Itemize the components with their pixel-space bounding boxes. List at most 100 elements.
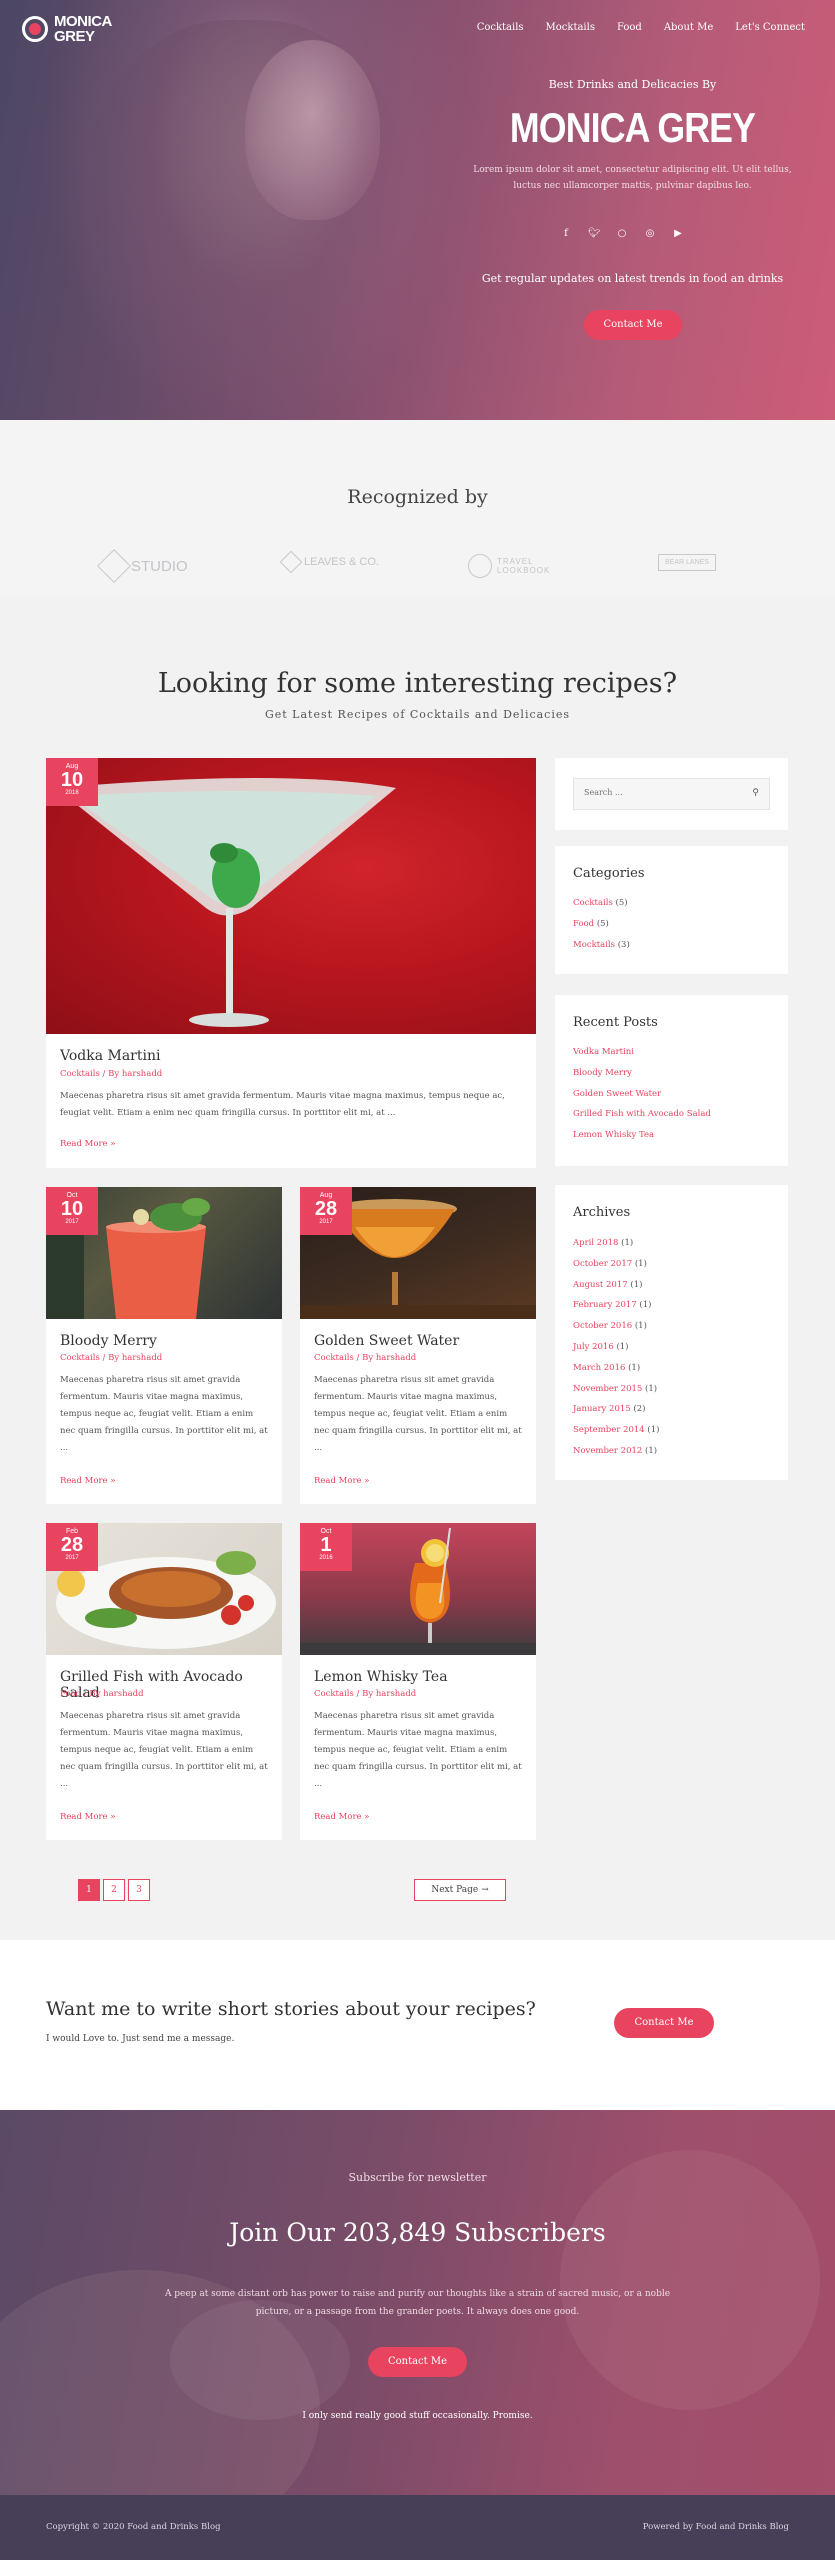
- nav-food[interactable]: Food: [617, 22, 642, 33]
- recent-post-link[interactable]: Lemon Whisky Tea: [573, 1130, 654, 1140]
- post-date-badge: Aug 28 2017: [300, 1187, 352, 1235]
- archives-list: April 2018 (1) October 2017 (1) August 2…: [573, 1238, 659, 1467]
- archive-link[interactable]: August 2017: [573, 1280, 628, 1290]
- hero-title: MONICA GREY: [509, 104, 756, 151]
- archive-link[interactable]: September 2014: [573, 1425, 645, 1435]
- nav-cocktails[interactable]: Cocktails: [477, 22, 524, 33]
- recent-posts-list: Vodka Martini Bloody Merry Golden Sweet …: [573, 1047, 711, 1151]
- page-2-button[interactable]: 2: [103, 1879, 125, 1901]
- recent-post-item: Vodka Martini: [573, 1047, 711, 1068]
- post-image[interactable]: Aug 28 2017: [300, 1187, 536, 1319]
- post-date-badge: Feb 28 2017: [46, 1523, 98, 1571]
- archive-link[interactable]: February 2017: [573, 1300, 637, 1310]
- archive-link[interactable]: April 2018: [573, 1238, 618, 1248]
- recent-post-item: Grilled Fish with Avocado Salad: [573, 1109, 711, 1130]
- newsletter-background-image: [560, 2150, 820, 2410]
- nav-about-me[interactable]: About Me: [664, 22, 713, 33]
- read-more-link[interactable]: Read More »: [60, 1812, 115, 1822]
- post-date-badge: Oct 1 2016: [300, 1523, 352, 1571]
- logo-text: MONICA GREY: [54, 14, 112, 44]
- post-card: Aug 28 2017 Golden Sweet Water Cocktails…: [300, 1187, 536, 1504]
- newsletter-title: Join Our 203,849 Subscribers: [229, 2218, 606, 2247]
- post-excerpt: Maecenas pharetra risus sit amet gravida…: [60, 1375, 268, 1453]
- logo-travel-lookbook: TRAVEL LOOKBOOK: [468, 554, 557, 578]
- category-link[interactable]: Food: [573, 919, 594, 929]
- archive-link[interactable]: November 2012: [573, 1446, 642, 1456]
- post-image[interactable]: Feb 28 2017: [46, 1523, 282, 1655]
- next-page-button[interactable]: Next Page →: [414, 1879, 506, 1901]
- recent-post-item: Bloody Merry: [573, 1068, 711, 1089]
- main-nav: Cocktails Mocktails Food About Me Let's …: [477, 22, 805, 33]
- search-icon[interactable]: ⚲: [752, 788, 759, 798]
- hero-portrait-face: [245, 40, 380, 220]
- logo-studio: STUDIO: [97, 549, 188, 583]
- archive-link[interactable]: March 2016: [573, 1363, 625, 1373]
- archives-title: Archives: [573, 1205, 631, 1220]
- hero-contact-button[interactable]: Contact Me: [584, 310, 682, 340]
- nav-lets-connect[interactable]: Let's Connect: [735, 22, 805, 33]
- page-3-button[interactable]: 3: [128, 1879, 150, 1901]
- archive-item: March 2016 (1): [573, 1362, 641, 1373]
- archive-item: September 2014 (1): [573, 1425, 660, 1436]
- post-title[interactable]: Lemon Whisky Tea: [314, 1669, 448, 1685]
- post-image[interactable]: Aug 10 2018: [46, 758, 536, 1034]
- archive-item: November 2015 (1): [573, 1383, 658, 1394]
- logo-bear-lanes: BEAR LANES: [658, 554, 716, 571]
- post-image[interactable]: Oct 1 2016: [300, 1523, 536, 1655]
- youtube-icon[interactable]: ▶: [672, 228, 684, 239]
- categories-widget: Categories Cocktails (5) Food (5) Mockta…: [555, 846, 788, 974]
- post-title[interactable]: Golden Sweet Water: [314, 1333, 459, 1349]
- recognized-title: Recognized by: [347, 486, 488, 508]
- recent-posts-title: Recent Posts: [573, 1015, 658, 1030]
- archive-item: February 2017 (1): [573, 1300, 652, 1311]
- page-1-button[interactable]: 1: [78, 1879, 100, 1901]
- archive-link[interactable]: November 2015: [573, 1384, 642, 1394]
- post-meta[interactable]: Cocktails / By harshadd: [60, 1069, 162, 1079]
- read-more-link[interactable]: Read More »: [60, 1139, 115, 1149]
- post-image[interactable]: Oct 10 2017: [46, 1187, 282, 1319]
- recent-post-item: Golden Sweet Water: [573, 1089, 711, 1110]
- post-title[interactable]: Bloody Merry: [60, 1333, 157, 1349]
- archive-item: January 2015 (2): [573, 1404, 646, 1415]
- newsletter-contact-button[interactable]: Contact Me: [368, 2347, 467, 2377]
- recent-post-link[interactable]: Bloody Merry: [573, 1068, 632, 1078]
- newsletter-description: A peep at some distant orb has power to …: [164, 2289, 671, 2317]
- newsletter-section: Subscribe for newsletter Join Our 203,84…: [0, 2110, 835, 2495]
- cta-text: I would Love to. Just send me a message.: [46, 2034, 235, 2044]
- post-meta[interactable]: Cocktails / By harshadd: [314, 1353, 416, 1363]
- categories-list: Cocktails (5) Food (5) Mocktails (3): [573, 898, 630, 960]
- archive-link[interactable]: October 2016: [573, 1321, 632, 1331]
- category-link[interactable]: Cocktails: [573, 898, 613, 908]
- cta-section: Want me to write short stories about you…: [0, 1940, 835, 2110]
- read-more-link[interactable]: Read More »: [60, 1476, 115, 1486]
- recent-post-link[interactable]: Vodka Martini: [573, 1047, 634, 1057]
- post-meta[interactable]: Cocktails / By harshadd: [314, 1689, 416, 1699]
- instagram-icon[interactable]: ○: [616, 228, 628, 239]
- footer-copyright: Copyright © 2020 Food and Drinks Blog: [46, 2522, 221, 2532]
- read-more-link[interactable]: Read More »: [314, 1812, 369, 1822]
- archive-link[interactable]: October 2017: [573, 1259, 632, 1269]
- recipes-subtitle: Get Latest Recipes of Cocktails and Deli…: [264, 708, 571, 721]
- search-input[interactable]: [584, 788, 744, 797]
- tripadvisor-icon[interactable]: ◎: [644, 228, 656, 239]
- cta-contact-button[interactable]: Contact Me: [614, 2008, 714, 2038]
- archive-link[interactable]: July 2016: [573, 1342, 614, 1352]
- recent-post-item: Lemon Whisky Tea: [573, 1130, 711, 1151]
- nav-mocktails[interactable]: Mocktails: [546, 22, 595, 33]
- twitter-icon[interactable]: 🐦︎: [588, 228, 601, 239]
- post-meta[interactable]: Cocktails / By harshadd: [60, 1353, 162, 1363]
- social-links: f 🐦︎ ○ ◎ ▶: [560, 228, 684, 239]
- read-more-link[interactable]: Read More »: [314, 1476, 369, 1486]
- post-title[interactable]: Vodka Martini: [60, 1048, 160, 1064]
- search-widget: ⚲: [555, 758, 788, 830]
- leaves-logo-icon: [279, 550, 303, 574]
- archive-item: November 2012 (1): [573, 1445, 658, 1456]
- post-meta[interactable]: Food / By harshadd: [60, 1689, 144, 1699]
- site-logo[interactable]: MONICA GREY: [22, 14, 112, 44]
- recent-post-link[interactable]: Golden Sweet Water: [573, 1089, 661, 1099]
- facebook-icon[interactable]: f: [560, 228, 572, 239]
- recent-post-link[interactable]: Grilled Fish with Avocado Salad: [573, 1109, 711, 1119]
- category-link[interactable]: Mocktails: [573, 940, 615, 950]
- recipes-title: Looking for some interesting recipes?: [157, 668, 678, 699]
- archive-link[interactable]: January 2015: [573, 1404, 631, 1414]
